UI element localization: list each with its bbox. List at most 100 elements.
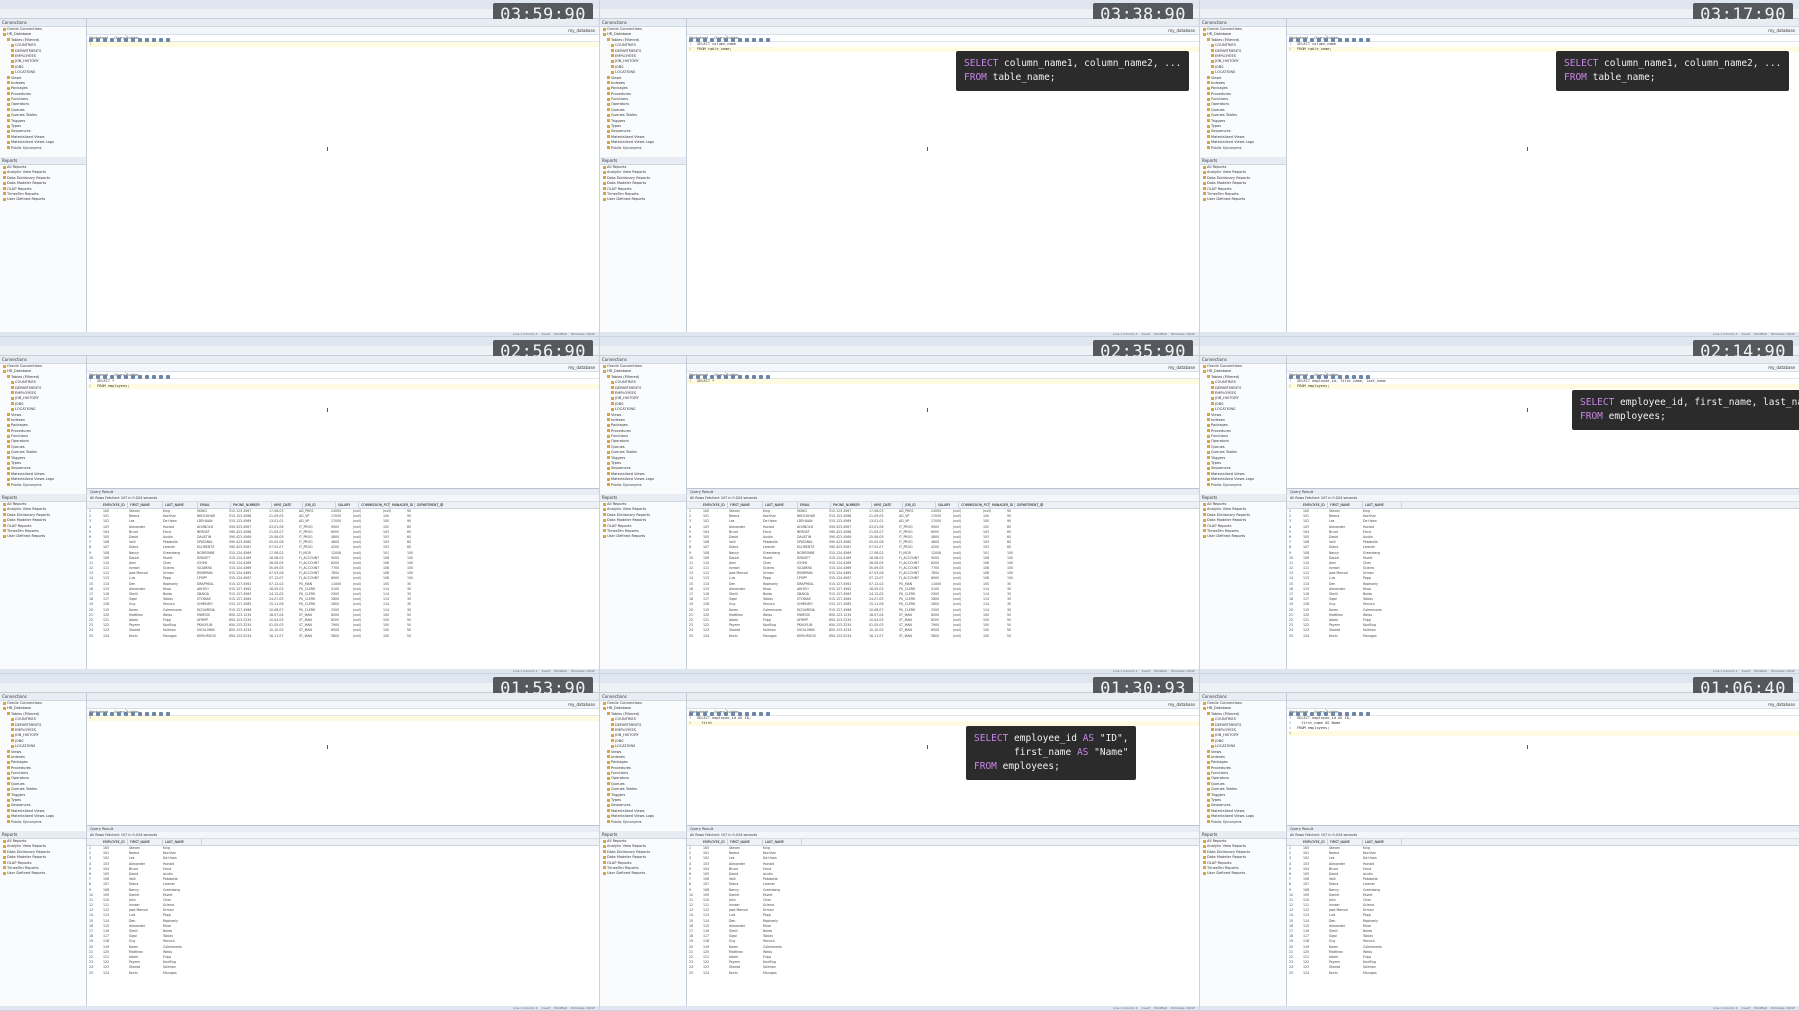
tree-item-label: Public Synonyms bbox=[1211, 819, 1242, 824]
column-header[interactable]: HIRE_DATE bbox=[872, 502, 903, 508]
column-header[interactable]: SALARY bbox=[936, 502, 959, 508]
folder-icon bbox=[1211, 59, 1214, 63]
editor-tabs: SQL Worksheet bbox=[87, 19, 599, 36]
tree-item[interactable]: Public Synonyms bbox=[1200, 146, 1286, 151]
folder-icon bbox=[7, 108, 10, 112]
column-header[interactable]: MANAGER_ID bbox=[390, 502, 415, 508]
column-header[interactable]: FIRST_NAME bbox=[1328, 839, 1363, 845]
report-item[interactable]: User Defined Reports bbox=[1200, 534, 1286, 539]
folder-icon bbox=[3, 844, 6, 848]
column-header[interactable]: EMPLOYEE_ID bbox=[701, 839, 728, 845]
connection-selector[interactable]: my_database bbox=[1768, 364, 1795, 371]
connection-selector[interactable]: my_database bbox=[568, 364, 595, 371]
column-header[interactable]: EMPLOYEE_ID bbox=[1301, 502, 1328, 508]
folder-icon bbox=[7, 423, 10, 427]
column-header[interactable]: EMAIL bbox=[798, 502, 831, 508]
report-item[interactable]: User Defined Reports bbox=[600, 534, 686, 539]
report-item[interactable]: User Defined Reports bbox=[1200, 197, 1286, 202]
tree-item[interactable]: Public Synonyms bbox=[600, 483, 686, 488]
column-header[interactable]: DEPARTMENT_ID bbox=[415, 502, 443, 508]
column-header[interactable]: FIRST_NAME bbox=[728, 839, 763, 845]
status-item: Windows: CR/LF bbox=[571, 1006, 595, 1010]
connection-selector[interactable]: my_database bbox=[1768, 27, 1795, 34]
column-header[interactable]: EMPLOYEE_ID bbox=[1301, 839, 1328, 845]
column-header[interactable]: COMMISSION_PCT bbox=[359, 502, 390, 508]
column-header[interactable]: LAST_NAME bbox=[1363, 502, 1402, 508]
report-item[interactable]: User Defined Reports bbox=[600, 871, 686, 876]
column-header[interactable]: MANAGER_ID bbox=[990, 502, 1015, 508]
table-row[interactable]: 25 124 Kevin Mourgos bbox=[1287, 634, 1799, 639]
folder-icon bbox=[3, 861, 6, 865]
column-header[interactable]: PHONE_NUMBER bbox=[831, 502, 872, 508]
sql-editor[interactable]: 1 SELECT employee_id AS ID, 2 first_name A… bbox=[1287, 716, 1799, 736]
connection-selector[interactable]: my_database bbox=[1768, 701, 1795, 708]
sql-text: first_name bbox=[974, 747, 1077, 758]
column-header[interactable]: SALARY bbox=[336, 502, 359, 508]
tree-item[interactable]: Public Synonyms bbox=[0, 483, 86, 488]
table-row[interactable]: 25 124 Kevin Mourgos KMOURGOS 650.123.5234 16-… bbox=[87, 634, 599, 639]
column-header[interactable]: DEPARTMENT_ID bbox=[1015, 502, 1043, 508]
report-item[interactable]: User Defined Reports bbox=[0, 871, 86, 876]
report-item[interactable]: User Defined Reports bbox=[0, 534, 86, 539]
table-row[interactable]: 25 124 Kevin Mourgos KMOURGOS 650.123.5234 16-… bbox=[687, 634, 1199, 639]
tree-item[interactable]: Public Synonyms bbox=[600, 820, 686, 825]
sql-editor[interactable]: 1 SELECT employee_id AS ID, 2 first bbox=[687, 716, 1199, 726]
tree-item-label: Views bbox=[1211, 412, 1222, 417]
column-header[interactable]: FIRST_NAME bbox=[728, 502, 763, 508]
report-item-label: OLAP Reports bbox=[7, 523, 32, 528]
sql-text: column_name1, column_name2, ... bbox=[1598, 58, 1782, 69]
folder-icon bbox=[1207, 102, 1210, 106]
connection-selector[interactable]: my_database bbox=[1168, 701, 1195, 708]
column-header[interactable]: PHONE_NUMBER bbox=[231, 502, 272, 508]
column-header[interactable]: COMMISSION_PCT bbox=[959, 502, 990, 508]
tree-item-label: Materialized Views Logs bbox=[611, 477, 654, 482]
sql-editor[interactable]: 1 bbox=[87, 716, 599, 721]
table-row[interactable]: 25 124 Kevin Mourgos bbox=[1287, 971, 1799, 976]
tree-item[interactable]: Public Synonyms bbox=[1200, 820, 1286, 825]
report-item[interactable]: User Defined Reports bbox=[0, 197, 86, 202]
tree-item[interactable]: Public Synonyms bbox=[1200, 483, 1286, 488]
column-header[interactable]: HIRE_DATE bbox=[272, 502, 303, 508]
sql-editor[interactable]: 1 SELECT employee_id, first_name, last_na… bbox=[1287, 379, 1799, 389]
column-header[interactable]: FIRST_NAME bbox=[128, 839, 163, 845]
report-item-label: Analytic View Reports bbox=[7, 507, 47, 512]
connection-selector[interactable]: my_database bbox=[568, 701, 595, 708]
column-header[interactable]: LAST_NAME bbox=[763, 839, 802, 845]
sql-keyword: FROM bbox=[964, 72, 987, 83]
tree-item-label: Public Synonyms bbox=[11, 145, 42, 150]
report-item-label: OLAP Reports bbox=[7, 186, 32, 191]
connection-selector[interactable]: my_database bbox=[568, 27, 595, 34]
report-item[interactable]: User Defined Reports bbox=[1200, 871, 1286, 876]
column-header[interactable]: FIRST_NAME bbox=[128, 502, 163, 508]
connection-selector[interactable]: my_database bbox=[1168, 27, 1195, 34]
tree-item-label: JOB_HISTORY bbox=[1215, 396, 1239, 401]
column-header[interactable]: EMAIL bbox=[198, 502, 231, 508]
report-item-label: Analytic View Reports bbox=[7, 170, 47, 175]
tree-item-label: COUNTRIES bbox=[615, 380, 636, 385]
column-header[interactable]: EMPLOYEE_ID bbox=[701, 502, 728, 508]
tree-item[interactable]: Public Synonyms bbox=[0, 820, 86, 825]
tree-item[interactable]: Public Synonyms bbox=[0, 146, 86, 151]
code-text: FROM employees; bbox=[1297, 726, 1330, 730]
column-header[interactable]: EMPLOYEE_ID bbox=[101, 502, 128, 508]
folder-icon bbox=[3, 192, 6, 196]
connection-selector[interactable]: my_database bbox=[1168, 364, 1195, 371]
column-header[interactable]: LAST_NAME bbox=[763, 502, 798, 508]
column-header[interactable]: LAST_NAME bbox=[163, 502, 198, 508]
column-header[interactable]: LAST_NAME bbox=[1363, 839, 1402, 845]
sql-editor[interactable]: 1 SELECT * bbox=[687, 379, 1199, 384]
tree-item[interactable]: Public Synonyms bbox=[600, 146, 686, 151]
connections-header: Connections bbox=[1200, 19, 1286, 27]
folder-icon bbox=[1207, 782, 1210, 786]
sql-editor[interactable]: 1 SELECT * 2 FROM employees; bbox=[87, 379, 599, 389]
table-row[interactable]: 25 124 Kevin Mourgos bbox=[87, 971, 599, 976]
report-item[interactable]: User Defined Reports bbox=[600, 197, 686, 202]
column-header[interactable]: FIRST_NAME bbox=[1328, 502, 1363, 508]
column-header[interactable]: LAST_NAME bbox=[163, 839, 202, 845]
sql-editor[interactable]: 1 bbox=[87, 42, 599, 47]
column-header[interactable]: JOB_ID bbox=[303, 502, 336, 508]
column-header[interactable]: JOB_ID bbox=[903, 502, 936, 508]
column-header[interactable]: EMPLOYEE_ID bbox=[101, 839, 128, 845]
table-row[interactable]: 25 124 Kevin Mourgos bbox=[687, 971, 1199, 976]
folder-icon bbox=[3, 518, 6, 522]
